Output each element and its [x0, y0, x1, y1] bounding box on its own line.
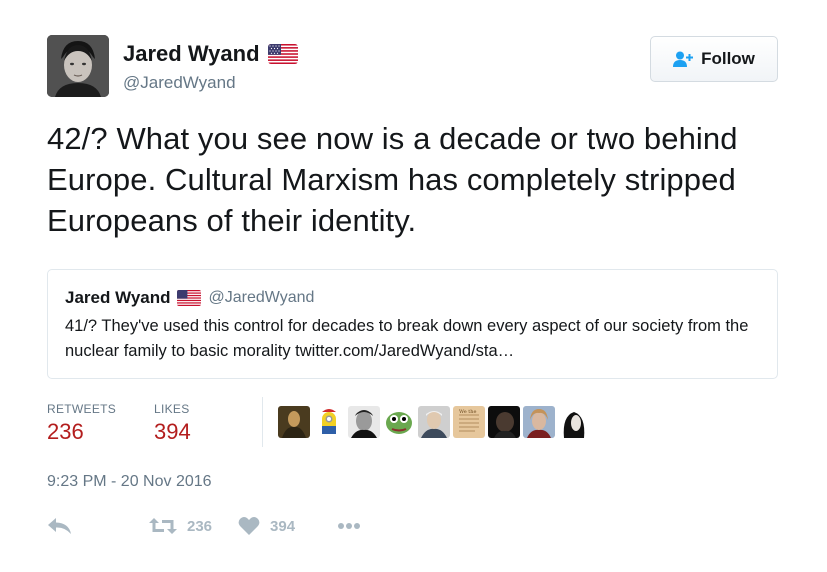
- follow-button[interactable]: Follow: [650, 36, 778, 82]
- retweet-count: 236: [187, 517, 213, 535]
- quoted-author-name: Jared Wyand: [65, 288, 171, 307]
- liker-avatar[interactable]: [558, 406, 590, 438]
- liker-avatar[interactable]: [348, 406, 380, 438]
- liker-avatar[interactable]: [523, 406, 555, 438]
- liker-avatar[interactable]: [418, 406, 450, 438]
- us-flag-icon: [176, 290, 201, 306]
- reply-button[interactable]: [47, 517, 73, 535]
- retweet-button[interactable]: 236: [149, 517, 212, 535]
- follow-person-icon: [673, 51, 694, 67]
- tweet-actions: 236 394: [47, 512, 361, 540]
- tweet-text: 42/? What you see now is a decade or two…: [47, 121, 738, 238]
- quoted-tweet-text: 41/? They've used this control for decad…: [65, 317, 749, 360]
- author-avatar[interactable]: [47, 35, 109, 97]
- follow-button-label: Follow: [701, 49, 755, 68]
- liker-avatar[interactable]: [278, 406, 310, 438]
- liker-avatar[interactable]: [313, 406, 345, 438]
- liker-avatar[interactable]: We the: [453, 406, 485, 438]
- quoted-author-handle: @JaredWyand: [208, 289, 315, 306]
- heart-icon: [238, 516, 260, 535]
- author-name-row: Jared Wyand: [123, 41, 298, 67]
- author-display-name[interactable]: Jared Wyand: [123, 41, 260, 67]
- more-icon: [338, 523, 361, 529]
- author-handle[interactable]: @JaredWyand: [123, 73, 236, 93]
- stats-divider: [262, 397, 263, 447]
- quoted-tweet[interactable]: Jared Wyand @JaredWyand 41/? They've use…: [47, 269, 778, 379]
- likes-value: 394: [154, 419, 191, 444]
- us-flag-icon: [267, 44, 298, 64]
- likes-label: LIKES: [154, 402, 190, 416]
- svg-text:We the: We the: [459, 409, 477, 415]
- quoted-tweet-header: Jared Wyand @JaredWyand: [65, 288, 314, 308]
- tweet-timestamp[interactable]: 9:23 PM - 20 Nov 2016: [47, 473, 212, 491]
- retweets-stat[interactable]: RETWEETS 236: [47, 402, 116, 445]
- retweet-icon: [149, 518, 177, 534]
- like-button[interactable]: 394: [238, 516, 295, 536]
- retweets-value: 236: [47, 419, 84, 444]
- more-button[interactable]: [337, 522, 361, 530]
- retweets-label: RETWEETS: [47, 402, 117, 416]
- like-count: 394: [270, 517, 296, 535]
- liker-avatars: We the: [278, 406, 593, 438]
- likes-stat[interactable]: LIKES 394: [154, 402, 191, 445]
- reply-icon: [48, 518, 71, 534]
- liker-avatar[interactable]: [488, 406, 520, 438]
- liker-avatar[interactable]: [383, 406, 415, 438]
